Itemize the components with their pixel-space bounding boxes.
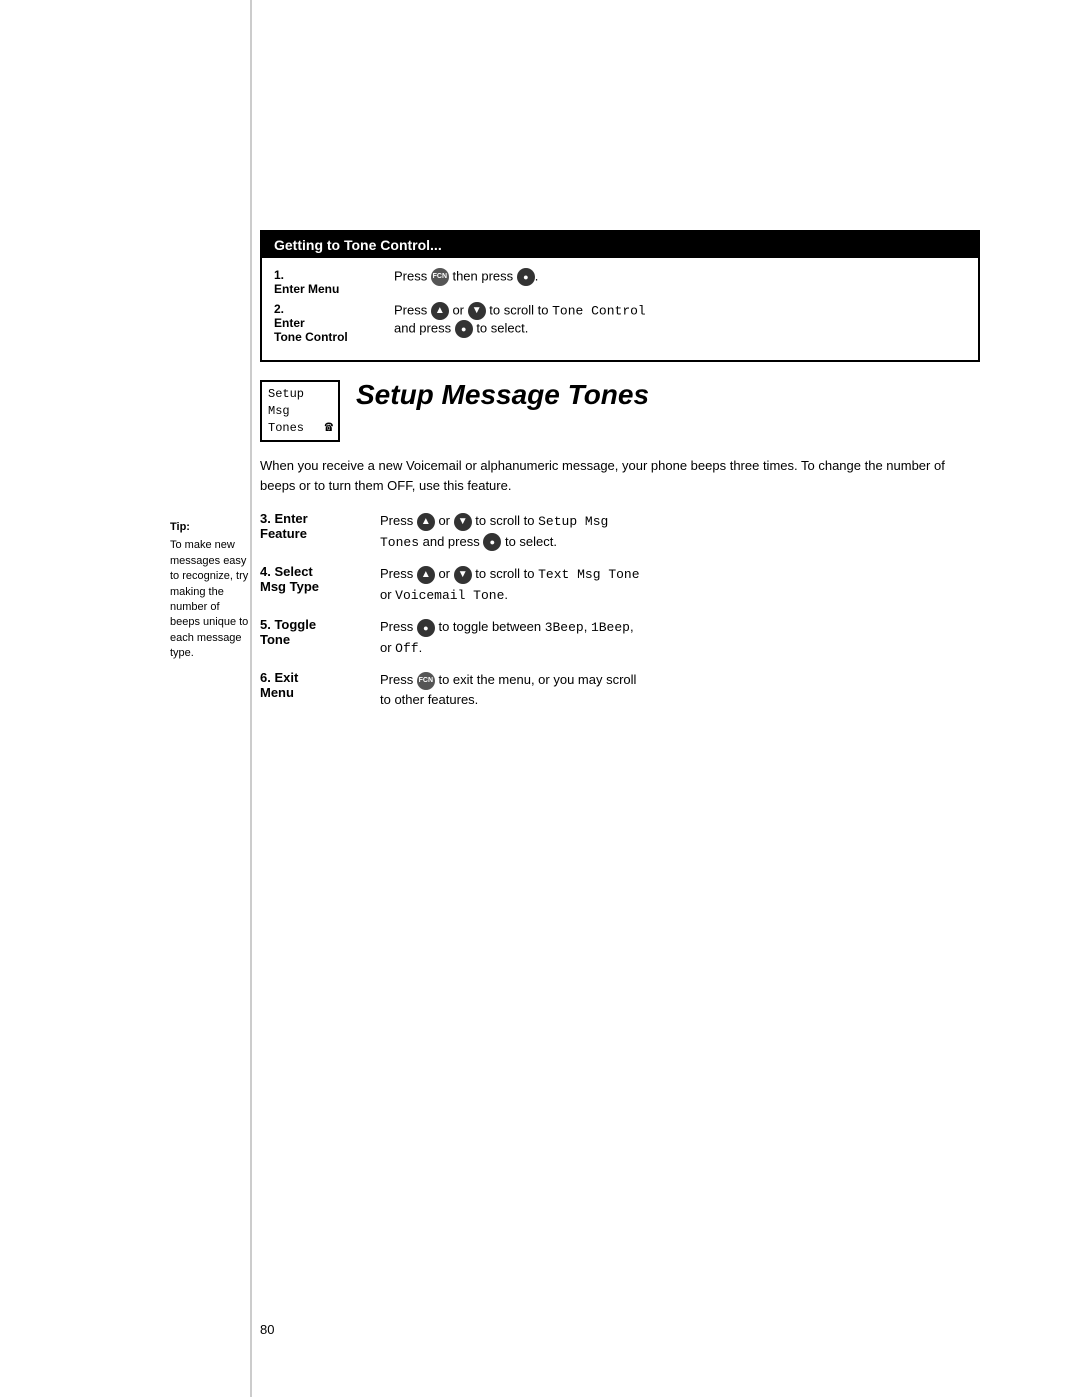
step-6-label: 6. Exit Menu xyxy=(260,670,370,700)
section-title: Setup Message Tones xyxy=(356,380,649,411)
getting-step-1-label: 1. Enter Menu xyxy=(274,268,394,296)
step-4: 4. Select Msg Type Press ▲ or ▼ to scrol… xyxy=(260,564,980,605)
step4-down-icon: ▼ xyxy=(454,566,472,584)
step-4-label: 4. Select Msg Type xyxy=(260,564,370,594)
screen-mockup: Setup Msg Tones ☎ xyxy=(260,380,340,442)
step-3: 3. Enter Feature Press ▲ or ▼ to scroll … xyxy=(260,511,980,552)
tip-text: To make new messages easy to recognize, … xyxy=(170,538,250,661)
tip-box: Tip: To make new messages easy to recogn… xyxy=(170,520,250,662)
step-3-label: 3. Enter Feature xyxy=(260,511,370,541)
getting-step-2-label: 2. Enter Tone Control xyxy=(274,302,394,344)
getting-box-body: 1. Enter Menu Press FCN then press ●. 2.… xyxy=(262,258,978,360)
getting-step-2-desc: Press ▲ or ▼ to scroll to Tone Control a… xyxy=(394,302,966,338)
step-3-desc: Press ▲ or ▼ to scroll to Setup Msg Tone… xyxy=(380,511,980,552)
step-5: 5. Toggle Tone Press ● to toggle between… xyxy=(260,617,980,658)
getting-box-header: Getting to Tone Control... xyxy=(262,232,978,258)
screen-line2: Tones xyxy=(268,420,332,437)
steps-list: 3. Enter Feature Press ▲ or ▼ to scroll … xyxy=(260,511,980,709)
step3-select-icon: ● xyxy=(483,533,501,551)
menu-button-icon: FCN xyxy=(431,268,449,286)
screen-line1: Setup Msg xyxy=(268,386,332,420)
step4-up-icon: ▲ xyxy=(417,566,435,584)
step3-up-icon: ▲ xyxy=(417,513,435,531)
getting-to-box: Getting to Tone Control... 1. Enter Menu… xyxy=(260,230,980,362)
content-area: Getting to Tone Control... 1. Enter Menu… xyxy=(260,230,980,721)
step3-down-icon: ▼ xyxy=(454,513,472,531)
step6-menu-icon: FCN xyxy=(417,672,435,690)
left-divider xyxy=(250,0,252,1397)
getting-step-1-desc: Press FCN then press ●. xyxy=(394,268,966,286)
step-6: 6. Exit Menu Press FCN to exit the menu,… xyxy=(260,670,980,709)
step-5-label: 5. Toggle Tone xyxy=(260,617,370,647)
tip-label: Tip: xyxy=(170,520,250,535)
page-number: 80 xyxy=(260,1322,274,1337)
step-5-desc: Press ● to toggle between 3Beep, 1Beep, … xyxy=(380,617,980,658)
page: Tip: To make new messages easy to recogn… xyxy=(0,0,1080,1397)
down-arrow-icon: ▼ xyxy=(468,302,486,320)
intro-paragraph: When you receive a new Voicemail or alph… xyxy=(260,456,980,495)
section-header: Setup Msg Tones ☎ Setup Message Tones xyxy=(260,380,980,442)
step-6-desc: Press FCN to exit the menu, or you may s… xyxy=(380,670,980,709)
getting-step-1: 1. Enter Menu Press FCN then press ●. xyxy=(274,268,966,296)
getting-step-2: 2. Enter Tone Control Press ▲ or ▼ to sc… xyxy=(274,302,966,344)
step5-select-icon: ● xyxy=(417,619,435,637)
step-4-desc: Press ▲ or ▼ to scroll to Text Msg Tone … xyxy=(380,564,980,605)
select-button-icon: ● xyxy=(517,268,535,286)
up-arrow-icon: ▲ xyxy=(431,302,449,320)
screen-icon: ☎ xyxy=(325,419,333,436)
select-button-icon-2: ● xyxy=(455,320,473,338)
